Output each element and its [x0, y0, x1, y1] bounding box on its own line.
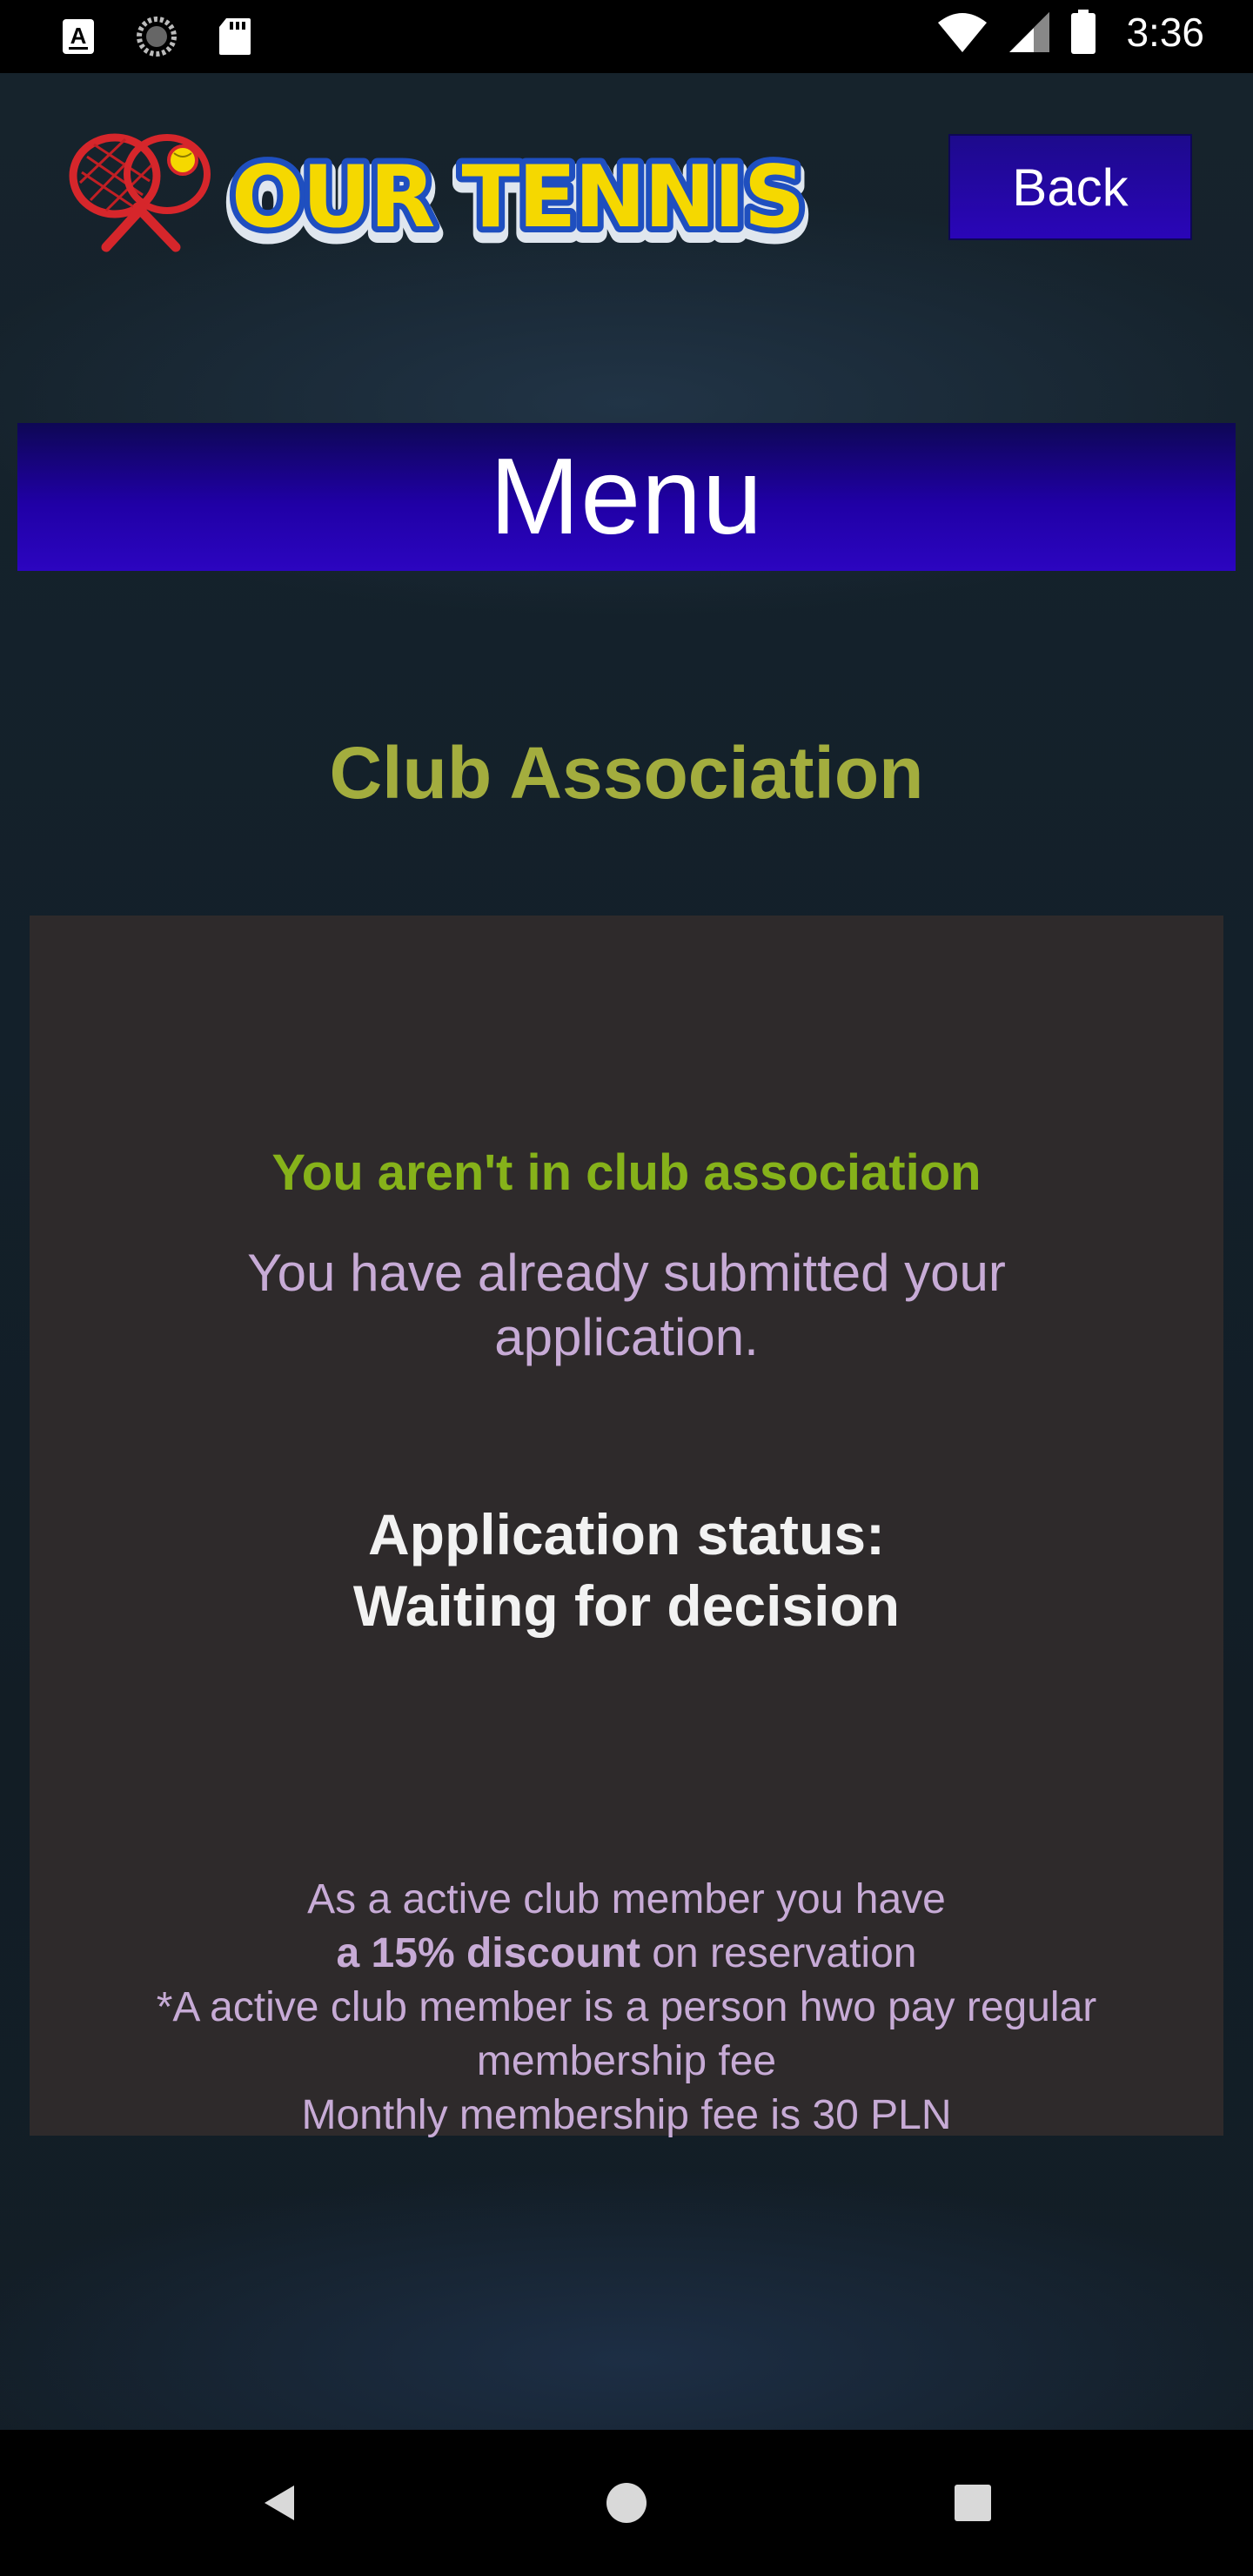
application-status-label: Application status: — [367, 1502, 886, 1566]
menu-label: Menu — [489, 437, 764, 557]
a-notification-icon: A — [63, 19, 94, 54]
info-line-2-rest: on reservation — [640, 1930, 917, 1976]
status-bar: A 3:36 — [0, 0, 1253, 73]
club-association-panel: You aren't in club association You have … — [30, 916, 1223, 2138]
sd-card-icon — [219, 18, 251, 55]
discount-text: a 15% discount — [336, 1930, 640, 1976]
submitted-message: You have already submitted your applicat… — [247, 1244, 1006, 1366]
info-line-2: a 15% discount on reservation — [30, 1927, 1223, 1981]
home-nav-icon[interactable] — [592, 2468, 661, 2538]
battery-icon — [1071, 10, 1096, 54]
sync-icon — [137, 17, 177, 57]
our-tennis-logo: OUR TENNIS OUR TENNIS OUR TENNIS — [69, 133, 814, 252]
membership-info: As a active club member you have a 15% d… — [30, 1873, 1223, 2143]
info-line-1: As a active club member you have — [307, 1876, 946, 1922]
app-screen: OUR TENNIS OUR TENNIS OUR TENNIS Back Me… — [0, 73, 1253, 2430]
status-left-icons: A — [61, 16, 252, 57]
wifi-icon — [938, 13, 988, 52]
status-time: 3:36 — [1126, 10, 1204, 55]
info-line-4: Monthly membership fee is 30 PLN — [301, 2092, 952, 2138]
section-title: Club Association — [329, 732, 924, 814]
navigation-bar — [0, 2430, 1253, 2576]
back-button[interactable]: Back — [948, 134, 1192, 240]
info-line-3: *A active club member is a person hwo pa… — [156, 1984, 1097, 2084]
tennis-racket-icon — [69, 133, 211, 252]
back-nav-icon[interactable] — [245, 2468, 315, 2538]
recents-nav-icon[interactable] — [938, 2468, 1008, 2538]
svg-text:A: A — [70, 23, 87, 49]
application-status-value: Waiting for decision — [352, 1573, 901, 1638]
membership-status-text: You aren't in club association — [271, 1144, 982, 1201]
back-button-label: Back — [1012, 158, 1129, 217]
svg-text:OUR TENNIS: OUR TENNIS — [231, 148, 803, 247]
application-status: Application status: Waiting for decision — [30, 1499, 1223, 1641]
menu-button[interactable]: Menu — [17, 423, 1236, 571]
status-right-icons: 3:36 — [936, 9, 1204, 56]
signal-icon — [1009, 12, 1050, 52]
logo-text: OUR TENNIS OUR TENNIS OUR TENNIS — [222, 142, 814, 252]
